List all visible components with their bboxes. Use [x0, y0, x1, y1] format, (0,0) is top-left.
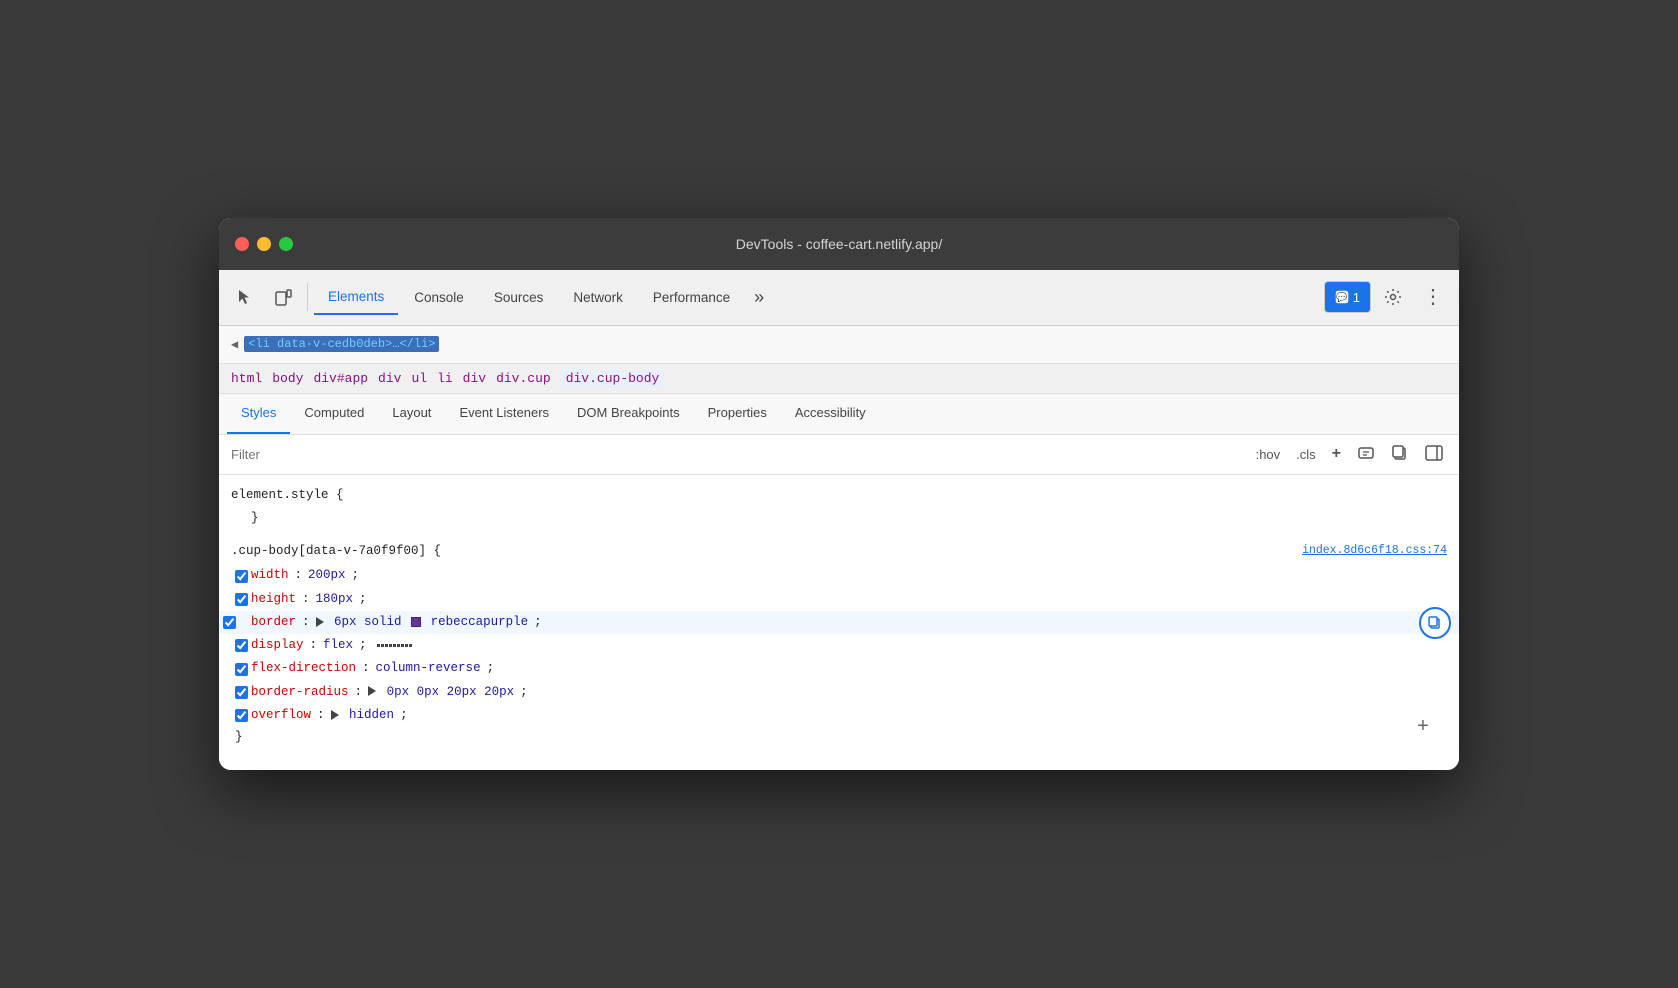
prop-border-name: border — [251, 612, 296, 633]
overflow-expand-icon[interactable] — [331, 710, 339, 720]
prop-height-name: height — [251, 589, 296, 610]
element-style-close: } — [231, 508, 1447, 529]
tab-sources[interactable]: Sources — [480, 279, 558, 315]
add-property-button[interactable]: + — [1411, 714, 1435, 738]
cls-button[interactable]: .cls — [1292, 445, 1320, 464]
prop-height-row: height : 180px ; — [231, 588, 1447, 611]
subtab-styles[interactable]: Styles — [227, 394, 290, 434]
breadcrumb-div[interactable]: div — [378, 371, 401, 386]
prop-border-value-text: 6px solid — [334, 615, 409, 629]
prop-border-radius-name: border-radius — [251, 682, 349, 703]
toggle-element-state-button[interactable] — [1353, 442, 1379, 467]
more-options-button[interactable]: ⋮ — [1415, 279, 1451, 315]
breadcrumb-div2[interactable]: div — [463, 371, 486, 386]
tab-elements[interactable]: Elements — [314, 279, 398, 315]
more-tabs-button[interactable]: » — [746, 279, 772, 315]
prop-border-checkbox[interactable] — [223, 616, 236, 629]
prop-overflow-checkbox[interactable] — [235, 709, 248, 722]
cursor-tool-button[interactable] — [227, 279, 263, 315]
cup-body-selector: .cup-body[data-v-7a0f9f00] { index.8d6c6… — [231, 541, 1447, 562]
breadcrumb-divapp[interactable]: div#app — [313, 371, 368, 386]
prop-overflow-row: overflow : hidden ; — [231, 704, 1447, 727]
subtab-dom-breakpoints[interactable]: DOM Breakpoints — [563, 394, 694, 434]
prop-width-value: 200px — [308, 565, 346, 586]
tab-network[interactable]: Network — [559, 279, 637, 315]
flex-grid-icon[interactable] — [377, 644, 412, 647]
border-radius-expand-icon[interactable] — [368, 686, 376, 696]
subtab-properties[interactable]: Properties — [694, 394, 781, 434]
prop-width-name: width — [251, 565, 289, 586]
cup-body-rule: .cup-body[data-v-7a0f9f00] { index.8d6c6… — [231, 541, 1447, 748]
element-preview-row: ◀ <li data-v-cedb0deb>…</li> — [219, 326, 1459, 364]
prop-display-name: display — [251, 635, 304, 656]
element-style-selector: element.style { — [231, 485, 1447, 506]
filter-input[interactable] — [231, 447, 1252, 462]
prop-display-checkbox[interactable] — [235, 639, 248, 652]
color-swatch[interactable] — [411, 617, 421, 627]
close-button[interactable] — [235, 237, 249, 251]
selector-text: element.style { — [231, 488, 344, 502]
issues-badge-button[interactable]: 💬 1 — [1324, 281, 1371, 313]
toolbar-right: 💬 1 ⋮ — [1324, 279, 1451, 315]
prop-overflow-value: hidden — [349, 708, 394, 722]
window-title: DevTools - coffee-cart.netlify.app/ — [736, 236, 942, 252]
styles-panel: :hov .cls + — [219, 435, 1459, 771]
prop-border-radius-checkbox[interactable] — [235, 686, 248, 699]
devtools-toolbar: Elements Console Sources Network Perform… — [219, 270, 1459, 326]
traffic-lights — [235, 237, 293, 251]
devtools-window: DevTools - coffee-cart.netlify.app/ Elem… — [219, 218, 1459, 771]
device-toolbar-button[interactable] — [265, 279, 301, 315]
prop-flex-direction-value: column-reverse — [376, 658, 481, 679]
filter-actions: :hov .cls + — [1252, 442, 1447, 467]
breadcrumb-html[interactable]: html — [231, 371, 262, 386]
prop-border-color-name: rebeccapurple — [431, 615, 529, 629]
prop-flex-direction-row: flex-direction : column-reverse ; — [231, 657, 1447, 680]
prop-height-checkbox[interactable] — [235, 593, 248, 606]
element-preview-code: <li data-v-cedb0deb>…</li> — [244, 336, 439, 352]
svg-text:💬: 💬 — [1336, 291, 1347, 302]
breadcrumb-ul[interactable]: ul — [411, 371, 427, 386]
prop-width-row: width : 200px ; — [231, 564, 1447, 587]
css-content-area: element.style { } .cup-body[data-v-7a0f9… — [219, 475, 1459, 771]
toolbar-divider — [307, 283, 308, 311]
minimize-button[interactable] — [257, 237, 271, 251]
prop-border-row: border : 6px solid rebeccapurple ; — [219, 611, 1459, 634]
subtab-layout[interactable]: Layout — [378, 394, 445, 434]
titlebar: DevTools - coffee-cart.netlify.app/ — [219, 218, 1459, 270]
sub-tabs-bar: Styles Computed Layout Event Listeners D… — [219, 394, 1459, 435]
prop-overflow-name: overflow — [251, 705, 311, 726]
settings-button[interactable] — [1375, 279, 1411, 315]
maximize-button[interactable] — [279, 237, 293, 251]
add-style-rule-button[interactable]: + — [1328, 443, 1345, 465]
subtab-event-listeners[interactable]: Event Listeners — [445, 394, 563, 434]
cup-body-close-brace: } — [231, 727, 1447, 748]
badge-count: 1 — [1353, 290, 1360, 305]
tab-performance[interactable]: Performance — [639, 279, 744, 315]
prop-border-radius-row: border-radius : 0px 0px 20px 20px ; — [231, 681, 1447, 704]
toggle-sidebar-button[interactable] — [1421, 442, 1447, 467]
copy-all-declarations-button[interactable] — [1387, 442, 1413, 467]
breadcrumb-li[interactable]: li — [437, 371, 453, 386]
element-style-rule: element.style { } — [231, 485, 1447, 530]
hov-button[interactable]: :hov — [1252, 445, 1285, 464]
breadcrumb-divcupbody[interactable]: div.cup-body — [561, 370, 665, 387]
element-preview-arrow: ◀ — [231, 337, 238, 352]
prop-flex-direction-checkbox[interactable] — [235, 663, 248, 676]
border-expand-icon[interactable] — [316, 617, 324, 627]
source-link[interactable]: index.8d6c6f18.css:74 — [1302, 541, 1447, 561]
tab-console[interactable]: Console — [400, 279, 478, 315]
prop-display-row: display : flex ; — [231, 634, 1447, 657]
prop-border-radius-value: 0px 0px 20px 20px — [387, 685, 515, 699]
breadcrumb-body[interactable]: body — [272, 371, 303, 386]
prop-flex-direction-name: flex-direction — [251, 658, 356, 679]
subtab-accessibility[interactable]: Accessibility — [781, 394, 880, 434]
prop-width-checkbox[interactable] — [235, 570, 248, 583]
prop-display-value: flex — [323, 635, 353, 656]
breadcrumb-bar: html body div#app div ul li div div.cup … — [219, 364, 1459, 394]
prop-height-value: 180px — [316, 589, 354, 610]
subtab-computed[interactable]: Computed — [290, 394, 378, 434]
breadcrumb-divcup[interactable]: div.cup — [496, 371, 551, 386]
filter-bar: :hov .cls + — [219, 435, 1459, 475]
